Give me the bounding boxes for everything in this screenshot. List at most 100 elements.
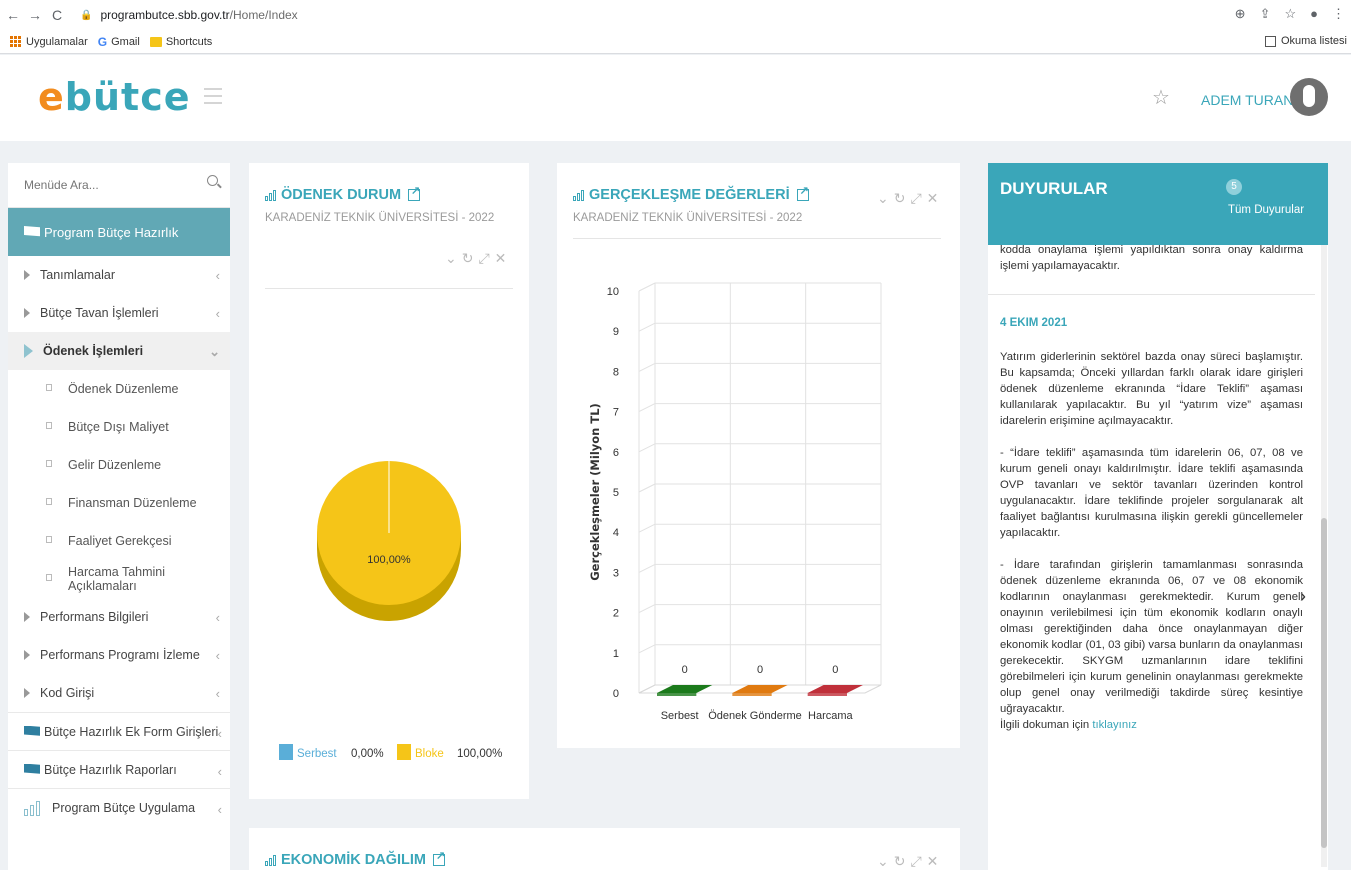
sidebar-item-kod-girisi[interactable]: Kod Girişi ‹ xyxy=(8,674,230,712)
caret-right-icon xyxy=(24,688,30,698)
reload-icon[interactable]: C xyxy=(48,7,66,23)
sidebar-subitem-label: Ödenek Düzenleme xyxy=(68,382,179,396)
section-label: Bütçe Hazırlık Raporları xyxy=(44,762,177,777)
browser-toolbar: ← → C 🔒 programbutce.sbb.gov.tr/Home/Ind… xyxy=(0,0,1351,30)
bookmark-star-icon[interactable]: ☆ xyxy=(1284,6,1296,22)
close-icon[interactable]: ✕ xyxy=(927,853,944,869)
external-link-icon[interactable] xyxy=(433,849,445,866)
sidebar-subitem-butce-disi-maliyet[interactable]: Bütçe Dışı Maliyet xyxy=(8,408,230,446)
url-path: /Home/Index xyxy=(229,8,298,22)
panel-title-text: EKONOMİK DAĞILIM xyxy=(281,852,426,868)
y-tick-label: 3 xyxy=(613,567,619,579)
sidebar-subitem-finansman-duzenleme[interactable]: Finansman Düzenleme xyxy=(8,484,230,522)
chevron-left-icon: ‹ xyxy=(217,802,222,817)
doc-link[interactable]: tıklayınız xyxy=(1092,719,1137,731)
profile-icon[interactable]: ● xyxy=(1310,6,1318,22)
y-tick-label: 7 xyxy=(613,407,619,419)
scrollbar-thumb[interactable] xyxy=(1321,518,1327,848)
expand-icon[interactable]: ⤢ xyxy=(910,853,926,869)
sidebar-subitem-odenek-duzenleme[interactable]: Ödenek Düzenleme xyxy=(8,370,230,408)
caret-right-icon xyxy=(24,612,30,622)
flag-icon xyxy=(24,763,40,774)
bar-harcama xyxy=(807,685,863,693)
bookmark-apps[interactable]: Uygulamalar xyxy=(10,35,88,48)
sidebar-item-tanimlamalar[interactable]: Tanımlamalar ‹ xyxy=(8,256,230,294)
grid-line-side xyxy=(638,604,656,614)
menu-search-input[interactable] xyxy=(8,163,178,207)
sidebar-subitem-gelir-duzenleme[interactable]: Gelir Düzenleme xyxy=(8,446,230,484)
y-tick-label: 0 xyxy=(613,688,619,700)
chevron-left-icon: ‹ xyxy=(217,764,222,779)
sidebar-item-odenek-islemleri[interactable]: Ödenek İşlemleri ⌄ xyxy=(8,332,230,370)
odenek-durum-panel: ÖDENEK DURUM KARADENİZ TEKNİK ÜNİVERSİTE… xyxy=(249,163,529,799)
sidebar-subitem-label: Bütçe Dışı Maliyet xyxy=(68,420,169,434)
grid-line-side xyxy=(638,523,656,533)
back-icon[interactable]: ← xyxy=(4,7,22,23)
share-icon[interactable]: ⇪ xyxy=(1260,6,1271,22)
search-icon[interactable] xyxy=(207,175,218,186)
collapse-icon[interactable]: ⌄ xyxy=(877,853,894,869)
x-tick-label: Harcama xyxy=(808,710,854,722)
bar-front-ödenek-gönderme xyxy=(732,693,772,696)
sidebar-item-butce-tavan[interactable]: Bütçe Tavan İşlemleri ‹ xyxy=(8,294,230,332)
bar-front-serbest xyxy=(657,693,697,696)
url-host: programbutce.sbb.gov.tr xyxy=(100,8,230,22)
doc-prefix: İlgili dokuman için xyxy=(1000,719,1090,731)
kebab-menu-icon[interactable]: ⋮ xyxy=(1332,6,1345,22)
sidebar-subitem-faaliyet-gerekcesi[interactable]: Faaliyet Gerekçesi xyxy=(8,522,230,560)
all-announcements-link[interactable]: Tüm Duyurular xyxy=(1228,204,1304,216)
grid-line-side xyxy=(638,362,656,372)
caret-right-icon xyxy=(24,270,30,280)
divider xyxy=(988,294,1315,295)
grid-line-side xyxy=(638,282,656,292)
panel-title[interactable]: EKONOMİK DAĞILIM xyxy=(265,849,445,868)
favorite-star-icon[interactable]: ☆ xyxy=(1152,85,1170,110)
refresh-icon[interactable]: ↻ xyxy=(894,853,911,869)
zoom-icon[interactable]: ⊕ xyxy=(1235,6,1246,22)
y-tick-label: 9 xyxy=(613,326,619,338)
chevron-right-icon[interactable]: › xyxy=(1300,586,1306,607)
bookmarks-bar: Uygulamalar G Gmail Shortcuts Okuma list… xyxy=(0,30,1351,54)
chevron-left-icon: ‹ xyxy=(215,610,220,625)
reading-list-button[interactable]: Okuma listesi xyxy=(1264,35,1347,47)
ebutce-logo[interactable]: ebütce xyxy=(38,75,191,119)
sidebar-subitem-harcama-tahmini[interactable]: Harcama Tahmini Açıklamaları xyxy=(8,560,230,598)
grid-line-side xyxy=(638,322,656,332)
forward-icon[interactable]: → xyxy=(26,7,44,23)
panel-controls: ⌄↻⤢✕ xyxy=(877,853,943,870)
avatar[interactable] xyxy=(1290,78,1328,116)
user-name[interactable]: ADEM TURAN xyxy=(1201,92,1293,108)
sidebar-item-performans-bilgileri[interactable]: Performans Bilgileri ‹ xyxy=(8,598,230,636)
bar-data-label: 0 xyxy=(682,664,688,676)
chevron-down-icon: ⌄ xyxy=(209,344,220,359)
sidebar-item-label: Tanımlamalar xyxy=(40,268,116,282)
bookmark-shortcuts[interactable]: Shortcuts xyxy=(149,36,212,48)
lock-icon[interactable]: 🔒 xyxy=(80,10,92,21)
bar-front-harcama xyxy=(807,693,847,696)
grid-line-side xyxy=(638,563,656,573)
y-tick-label: 10 xyxy=(607,286,619,298)
chevron-left-icon: ‹ xyxy=(217,726,222,741)
announcement-paragraph: - İdare tarafından girişlerin tamamlanma… xyxy=(1000,559,1303,715)
hamburger-menu-icon[interactable] xyxy=(204,88,222,109)
grid-line-side xyxy=(638,644,656,654)
ekonomik-dagilim-panel: EKONOMİK DAĞILIM ⌄↻⤢✕ xyxy=(249,828,960,870)
sidebar-section-program-butce-hazirlik[interactable]: Program Bütçe Hazırlık xyxy=(8,208,230,256)
folder-icon xyxy=(149,36,162,47)
announcements-body: kodda onaylama işlemi yapıldıktan sonra … xyxy=(988,244,1315,733)
sidebar-section-raporlar[interactable]: Bütçe Hazırlık Raporları ‹ xyxy=(8,750,230,788)
url-field[interactable]: programbutce.sbb.gov.tr/Home/Index xyxy=(100,8,297,22)
sidebar-item-performans-programi-izleme[interactable]: Performans Programı İzleme ‹ xyxy=(8,636,230,674)
google-icon: G xyxy=(97,34,108,49)
bookmark-gmail[interactable]: G Gmail xyxy=(98,35,140,49)
bar-data-label: 0 xyxy=(757,664,763,676)
announcement-paragraph: Yatırım giderlerinin sektörel bazda onay… xyxy=(1000,351,1303,427)
sidebar-section-uygulama[interactable]: Program Bütçe Uygulama ‹ xyxy=(8,788,230,826)
bookmark-label: Uygulamalar xyxy=(26,35,88,48)
announcements-scrollbar[interactable] xyxy=(1321,245,1327,867)
sidebar-section-ek-form[interactable]: Bütçe Hazırlık Ek Form Girişleri ‹ xyxy=(8,712,230,750)
sidebar-subitem-label: Faaliyet Gerekçesi xyxy=(68,534,172,548)
legend-label-serbest: Serbest xyxy=(297,748,337,760)
flag-icon xyxy=(24,226,40,237)
sidebar-subitem-label: Finansman Düzenleme xyxy=(68,496,197,510)
